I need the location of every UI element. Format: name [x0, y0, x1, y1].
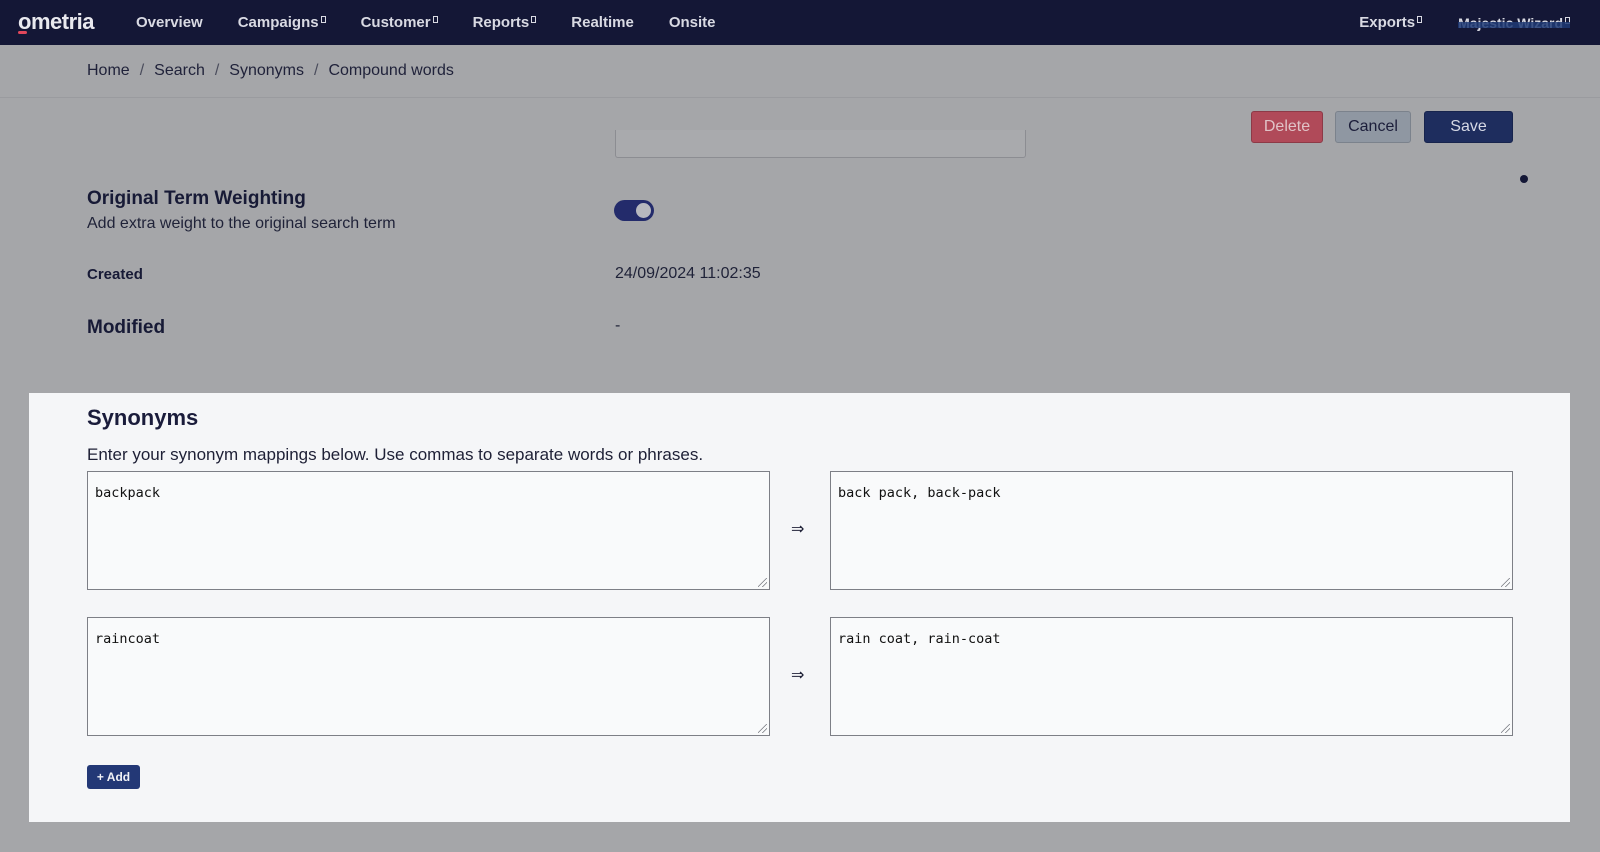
- logo-letter-o: o: [18, 9, 31, 34]
- nav-right: Exports Majestic Wizard: [1359, 0, 1570, 45]
- synonyms-textarea[interactable]: rain coat, rain-coat: [830, 617, 1513, 736]
- nav-item-exports[interactable]: Exports: [1359, 14, 1423, 31]
- created-value: 24/09/2024 11:02:35: [615, 265, 761, 282]
- breadcrumb: Home / Search / Synonyms / Compound word…: [0, 45, 1600, 98]
- nav-item-onsite[interactable]: Onsite: [669, 14, 716, 31]
- synonyms-title: Synonyms: [87, 405, 199, 430]
- breadcrumb-separator: /: [139, 62, 145, 79]
- modified-label: Modified: [87, 317, 166, 338]
- breadcrumb-synonyms[interactable]: Synonyms: [229, 62, 304, 80]
- breadcrumb-search[interactable]: Search: [154, 62, 205, 80]
- breadcrumb-current: Compound words: [328, 62, 454, 79]
- nav-item-overview[interactable]: Overview: [136, 14, 203, 31]
- nav-item-reports[interactable]: Reports: [473, 14, 537, 31]
- toggle-knob: [636, 203, 651, 218]
- weighting-description: Add extra weight to the original search …: [87, 215, 396, 232]
- term-textarea[interactable]: backpack: [87, 471, 770, 590]
- user-menu[interactable]: Majestic Wizard: [1458, 15, 1570, 31]
- dropdown-icon: [531, 16, 537, 23]
- indicator-dot: [1520, 175, 1528, 183]
- delete-button[interactable]: Delete: [1251, 111, 1323, 143]
- synonyms-panel: Synonyms Enter your synonym mappings bel…: [29, 393, 1570, 822]
- weighting-title: Original Term Weighting: [87, 188, 306, 209]
- save-button[interactable]: Save: [1424, 111, 1513, 143]
- breadcrumb-home[interactable]: Home: [87, 62, 130, 80]
- cancel-button[interactable]: Cancel: [1335, 111, 1411, 143]
- dropdown-icon: [432, 16, 438, 23]
- breadcrumb-separator: /: [314, 62, 319, 79]
- clipped-field-label: [266, 146, 416, 152]
- dropdown-icon: [320, 16, 326, 23]
- weighting-toggle[interactable]: [614, 200, 654, 221]
- modified-value: -: [615, 317, 621, 334]
- synonyms-description: Enter your synonym mappings below. Use c…: [87, 445, 704, 464]
- ometria-logo[interactable]: ometria: [18, 9, 95, 35]
- logo-text: metria: [30, 9, 95, 34]
- top-navigation: ometria Overview Campaigns Customer Repo…: [0, 0, 1600, 45]
- add-synonym-button[interactable]: + Add: [87, 765, 140, 789]
- mapping-arrow-icon: ⇒: [791, 667, 805, 684]
- term-textarea[interactable]: raincoat: [87, 617, 770, 736]
- nav-menu: Overview Campaigns Customer Reports Real…: [136, 0, 751, 45]
- dropdown-icon: [1565, 16, 1570, 24]
- clipped-input-field[interactable]: [615, 130, 1026, 158]
- mapping-arrow-icon: ⇒: [791, 521, 805, 538]
- nav-item-campaigns[interactable]: Campaigns: [238, 14, 326, 31]
- synonyms-textarea[interactable]: back pack, back-pack: [830, 471, 1513, 590]
- nav-item-customer[interactable]: Customer: [361, 14, 438, 31]
- nav-item-realtime[interactable]: Realtime: [571, 14, 634, 31]
- breadcrumb-separator: /: [214, 62, 220, 79]
- dropdown-icon: [1417, 16, 1423, 23]
- created-label: Created: [87, 266, 143, 283]
